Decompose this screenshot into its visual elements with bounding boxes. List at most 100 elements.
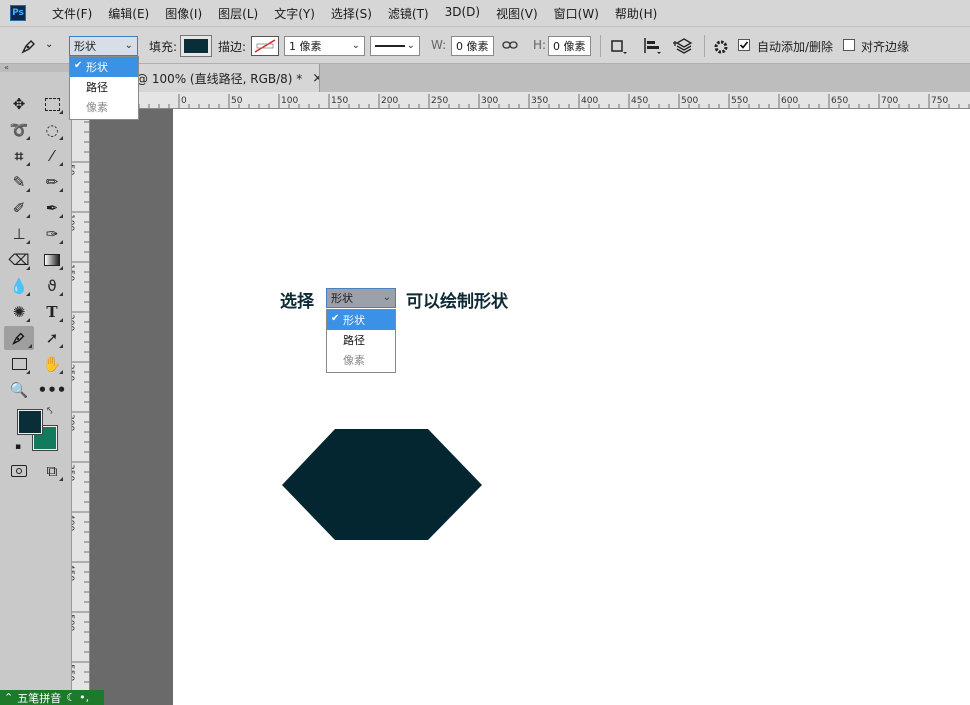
- stroke-width-value: 1 像素: [289, 40, 322, 53]
- path-select-tool[interactable]: ➚: [39, 326, 65, 350]
- ruler-label: 250: [431, 96, 448, 106]
- auto-add-delete-label[interactable]: 自动添加/删除: [757, 38, 833, 55]
- gradient-tool[interactable]: [39, 248, 65, 272]
- height-field[interactable]: 0 像素: [548, 36, 591, 56]
- ruler-label: 400: [581, 96, 598, 106]
- pen-icon: [12, 332, 25, 345]
- width-field[interactable]: 0 像素: [451, 36, 494, 56]
- healing-icon: ✐: [12, 199, 26, 217]
- pencil-tool[interactable]: ✏: [39, 170, 65, 194]
- dropdown-option[interactable]: ✔ 形状: [327, 310, 395, 330]
- close-icon[interactable]: ×: [312, 71, 319, 86]
- blur-tool[interactable]: 💧: [6, 274, 32, 298]
- art-history-tool[interactable]: ✑: [39, 222, 65, 246]
- align-edges-checkbox[interactable]: [843, 39, 855, 51]
- annotation-select-value: 形状: [331, 292, 353, 305]
- mode-dropdown-menu: ✔ 形状 路径 像素: [69, 56, 139, 120]
- dropdown-option-label: 形状: [343, 314, 365, 327]
- healing-tool[interactable]: ✐: [6, 196, 32, 220]
- menu-item[interactable]: 选择(S): [323, 5, 380, 22]
- foreground-color-swatch[interactable]: [17, 409, 43, 435]
- zoom-tool[interactable]: 🔍: [6, 378, 32, 402]
- ruler-label: 500: [681, 96, 698, 106]
- default-colors-icon[interactable]: ▪: [15, 442, 21, 452]
- path-operations-icon[interactable]: [610, 39, 628, 55]
- smudge-tool[interactable]: ϑ: [39, 274, 65, 298]
- ruler-label: 600: [781, 96, 798, 106]
- fill-color-swatch[interactable]: [180, 35, 212, 57]
- type-tool[interactable]: T: [39, 300, 65, 324]
- moon-icon: ☾: [66, 691, 77, 704]
- menu-item[interactable]: 编辑(E): [100, 5, 157, 22]
- align-edges-label[interactable]: 对齐边缘: [861, 38, 909, 55]
- screen-mode-button[interactable]: ⧉: [39, 459, 65, 483]
- quick-select-tool[interactable]: ◌: [39, 118, 65, 142]
- pen-tool-icon: [21, 40, 35, 54]
- ruler-label: 700: [881, 96, 898, 106]
- screen-mode-icon: ⧉: [46, 462, 58, 480]
- auto-add-delete-checkbox[interactable]: [738, 39, 750, 51]
- swap-colors-icon[interactable]: ⤣: [47, 406, 53, 417]
- path-arrangement-icon[interactable]: [673, 37, 695, 57]
- pencil-icon: ✏: [45, 173, 59, 191]
- separator: [600, 35, 601, 57]
- dropdown-option-label: 形状: [86, 61, 108, 74]
- annotation-mode-select: 形状 ⌄: [326, 288, 396, 308]
- mode-select[interactable]: 形状 ⌄: [69, 36, 138, 56]
- dropdown-option[interactable]: 路径: [327, 330, 395, 350]
- marquee-tool[interactable]: [39, 92, 65, 116]
- ruler-label: 200: [72, 314, 75, 331]
- dropdown-option[interactable]: ✔ 形状: [70, 57, 138, 77]
- stroke-color-swatch[interactable]: [251, 36, 279, 56]
- stroke-width-select[interactable]: 1 像素 ⌄: [284, 36, 365, 56]
- eyedropper-tool[interactable]: ⁄: [39, 144, 65, 168]
- move-tool[interactable]: ✥: [6, 92, 32, 116]
- clone-stamp-tool[interactable]: ⊥: [6, 222, 32, 246]
- menu-item[interactable]: 滤镜(T): [380, 5, 437, 22]
- menu-item[interactable]: 文件(F): [44, 5, 100, 22]
- stroke-type-select[interactable]: ⌄: [370, 36, 420, 56]
- tool-preset-picker[interactable]: ⌄: [18, 36, 58, 56]
- menu-item[interactable]: 窗口(W): [546, 5, 607, 22]
- hexagon-shape[interactable]: [281, 428, 483, 542]
- dropdown-option[interactable]: 路径: [70, 77, 138, 97]
- more-tools[interactable]: •••: [37, 378, 67, 402]
- art-history-icon: ✑: [45, 225, 59, 243]
- chevron-down-icon: ⌄: [45, 39, 54, 50]
- smudge-icon: ϑ: [47, 277, 57, 295]
- document-canvas[interactable]: 选择 形状 ⌄ 可以绘制形状 ✔ 形状 路径 像素: [173, 109, 970, 705]
- type-icon: T: [46, 303, 58, 321]
- path-select-icon: ➚: [45, 329, 59, 347]
- menu-item[interactable]: 3D(D): [437, 5, 488, 22]
- ruler-label: 750: [931, 96, 948, 106]
- menu-item[interactable]: 文字(Y): [266, 5, 323, 22]
- eraser-tool[interactable]: ⌫: [6, 248, 32, 272]
- pen-tool[interactable]: [4, 326, 34, 350]
- menu-item[interactable]: 图像(I): [157, 5, 210, 22]
- sponge-tool[interactable]: ✺: [6, 300, 32, 324]
- menu-item[interactable]: 帮助(H): [607, 5, 665, 22]
- link-icon[interactable]: [502, 39, 518, 51]
- crop-tool[interactable]: ⌗: [6, 144, 32, 168]
- ruler-label: 200: [381, 96, 398, 106]
- path-alignment-icon[interactable]: [642, 37, 662, 55]
- menu-item[interactable]: 图层(L): [210, 5, 266, 22]
- clone-stamp-icon: ⊥: [12, 225, 26, 243]
- toolbox-collapse-bar[interactable]: «: [0, 64, 72, 72]
- rectangle-tool[interactable]: [6, 352, 32, 376]
- document-tab-bar: @ 100% (直线路径, RGB/8) * ×: [72, 64, 970, 92]
- more-icon: •••: [37, 381, 67, 399]
- photoshop-logo: Ps: [10, 5, 26, 21]
- ruler-label: 150: [331, 96, 348, 106]
- hand-tool[interactable]: ✋: [39, 352, 65, 376]
- annotation-dropdown: ✔ 形状 路径 像素: [326, 309, 396, 373]
- horizontal-ruler-graphic: 0 50 100 150 200 250 300 350 400 450 500 550 600 650 7…: [78, 94, 970, 108]
- brush-tool[interactable]: ✎: [6, 170, 32, 194]
- lasso-tool[interactable]: ➰: [6, 118, 32, 142]
- quick-mask-button[interactable]: [6, 459, 32, 483]
- history-brush-tool[interactable]: ✒: [39, 196, 65, 220]
- gear-icon[interactable]: [712, 38, 730, 56]
- menu-item[interactable]: 视图(V): [488, 5, 546, 22]
- separator: [704, 35, 705, 57]
- ime-status-bar[interactable]: ⌃ 五笔拼音 ☾ •,: [0, 690, 104, 705]
